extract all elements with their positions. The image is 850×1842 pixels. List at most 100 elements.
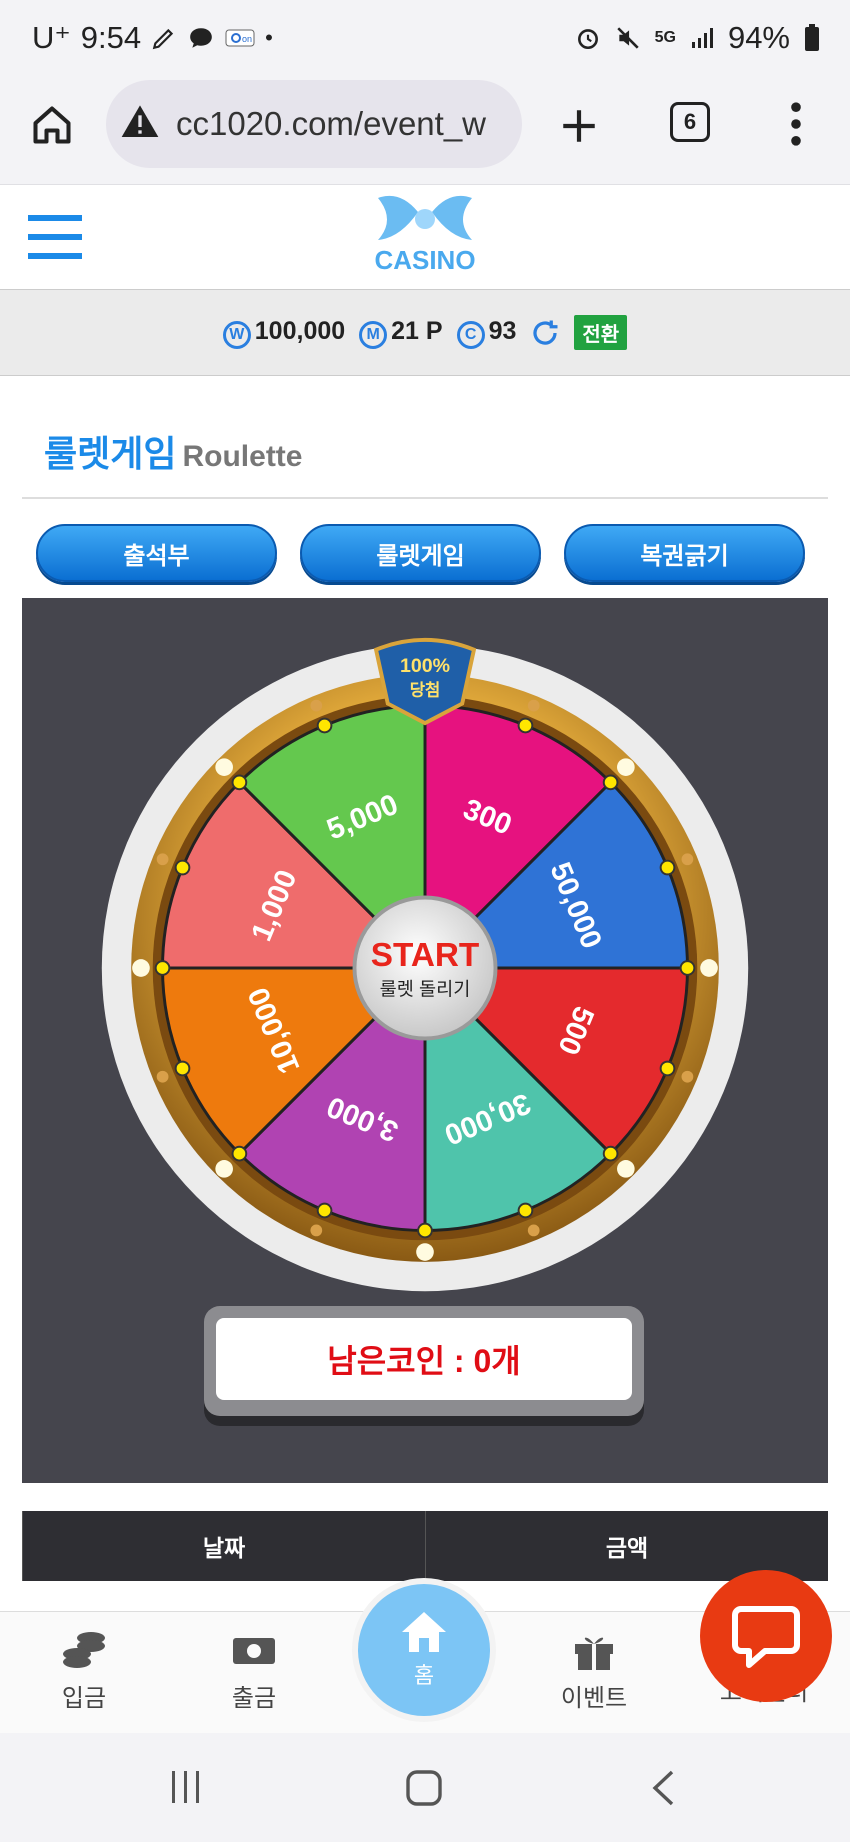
address-bar[interactable]: cc1020.com/event_w bbox=[106, 80, 522, 168]
more-menu-icon[interactable] bbox=[784, 100, 808, 148]
battery-icon bbox=[805, 24, 819, 51]
rim-light bbox=[132, 959, 150, 977]
roulette-panel: 300 50,000 500 30,000 3,000 10,000 1,000 5,000 … bbox=[22, 598, 828, 1483]
wheel-dot bbox=[517, 717, 534, 734]
page-title: 룰렛게임 Roulette bbox=[44, 425, 302, 477]
new-tab-icon[interactable] bbox=[558, 105, 600, 147]
status-bar: U⁺ 9:54 on • 5G 94% bbox=[0, 0, 850, 78]
logo-text: CASINO bbox=[374, 245, 476, 275]
battery-percent: 94% bbox=[727, 20, 790, 55]
win-badge-bottom: 당첨 bbox=[410, 680, 441, 700]
rim-light bbox=[681, 1070, 694, 1083]
nav-event-label: 이벤트 bbox=[560, 1685, 628, 1712]
point-value: 21 P bbox=[391, 316, 443, 345]
wheel-dot bbox=[602, 1145, 619, 1162]
tab-roulette[interactable]: 룰렛게임 bbox=[300, 524, 541, 582]
convert-button[interactable]: 전환 bbox=[574, 315, 628, 350]
wheel-dot bbox=[517, 1202, 534, 1219]
wheel-dot bbox=[417, 1222, 433, 1239]
recent-apps-icon[interactable] bbox=[168, 1769, 204, 1805]
history-table-header: 날짜 금액 bbox=[22, 1511, 828, 1581]
nav-withdraw[interactable]: 출금 bbox=[194, 1628, 314, 1713]
dot-icon: • bbox=[265, 25, 273, 50]
start-label: START bbox=[371, 937, 480, 974]
nav-deposit[interactable]: 입금 bbox=[24, 1628, 144, 1713]
page-title-en: Roulette bbox=[182, 440, 303, 473]
svg-text:on: on bbox=[242, 34, 252, 44]
site-header: CASINO bbox=[0, 186, 850, 290]
rim-light bbox=[617, 758, 635, 776]
home-icon[interactable] bbox=[30, 103, 74, 147]
hamburger-menu-icon[interactable] bbox=[28, 213, 82, 261]
wheel-dot bbox=[679, 960, 696, 976]
rim-light bbox=[527, 1224, 540, 1237]
wheel-dot bbox=[174, 1060, 191, 1077]
rim-light bbox=[416, 1243, 434, 1261]
coin-value: 93 bbox=[488, 316, 517, 345]
network-label: 5G bbox=[654, 29, 676, 46]
wheel-dot bbox=[231, 774, 248, 791]
rim-light bbox=[215, 758, 233, 776]
system-nav-bar bbox=[0, 1733, 850, 1842]
logo-mark-icon bbox=[378, 195, 472, 240]
rim-light bbox=[700, 959, 718, 977]
remaining-coins-box: 남은코인 : 0개 bbox=[204, 1306, 644, 1416]
tab-lottery[interactable]: 복권긁기 bbox=[564, 524, 805, 582]
nav-event[interactable]: 이벤트 bbox=[534, 1628, 654, 1713]
wheel-dot bbox=[659, 859, 676, 876]
wheel-dot bbox=[174, 859, 191, 876]
signal-icon bbox=[691, 28, 713, 48]
point-balance: M 21 P bbox=[359, 316, 443, 349]
won-value: 100,000 bbox=[254, 316, 346, 345]
rim-light bbox=[215, 1160, 233, 1178]
chat-bubble-icon bbox=[732, 1606, 800, 1668]
tab-switcher-button[interactable]: 6 bbox=[670, 102, 710, 142]
home-nav-icon[interactable] bbox=[405, 1769, 443, 1807]
nav-withdraw-label: 출금 bbox=[231, 1685, 277, 1712]
message-icon bbox=[190, 28, 212, 48]
won-balance: W 100,000 bbox=[222, 316, 346, 349]
roulette-wheel[interactable]: 30050,00050030,0003,00010,0001,0005,000 … bbox=[92, 628, 758, 1308]
alarm-icon bbox=[577, 29, 598, 50]
url-text: cc1020.com/event_w bbox=[176, 105, 487, 142]
back-icon[interactable] bbox=[650, 1769, 676, 1807]
wheel-dot bbox=[316, 1202, 333, 1219]
nav-deposit-label: 입금 bbox=[61, 1685, 107, 1712]
win-badge-top: 100% bbox=[400, 655, 450, 677]
coin-icon: C bbox=[456, 320, 485, 349]
mute-icon bbox=[616, 27, 639, 49]
carrier: U⁺ bbox=[32, 20, 71, 55]
wheel-dot bbox=[659, 1060, 676, 1077]
tab-attendance[interactable]: 출석부 bbox=[36, 524, 277, 582]
column-date: 날짜 bbox=[22, 1511, 425, 1581]
browser-toolbar: cc1020.com/event_w 6 bbox=[0, 78, 850, 185]
warning-icon bbox=[121, 105, 159, 137]
wheel-dot bbox=[231, 1145, 248, 1162]
cash-icon bbox=[233, 1638, 275, 1664]
rim-light bbox=[310, 699, 323, 712]
coins-icon bbox=[63, 1632, 105, 1668]
wheel-dot bbox=[316, 717, 333, 734]
wheel-dot bbox=[154, 960, 171, 976]
divider bbox=[22, 497, 828, 499]
rim-light bbox=[156, 1070, 169, 1083]
rim-light bbox=[527, 699, 540, 712]
link-icon: on bbox=[225, 29, 255, 47]
clock: 9:54 bbox=[80, 20, 142, 55]
chat-button[interactable] bbox=[700, 1570, 832, 1702]
wheel-dot bbox=[602, 774, 619, 791]
refresh-icon[interactable] bbox=[530, 318, 560, 348]
site-logo[interactable]: CASINO bbox=[362, 190, 488, 282]
coin-balance: C 93 bbox=[456, 316, 517, 349]
nav-home[interactable]: 홈 bbox=[358, 1584, 490, 1716]
rim-light bbox=[681, 853, 694, 866]
gift-icon bbox=[575, 1637, 613, 1670]
rim-light bbox=[310, 1224, 323, 1237]
start-sublabel: 룰렛 돌리기 bbox=[380, 978, 471, 999]
rim-light bbox=[156, 853, 169, 866]
point-icon: M bbox=[359, 320, 388, 349]
nav-home-label: 홈 bbox=[413, 1663, 435, 1688]
page-title-ko: 룰렛게임 bbox=[44, 433, 177, 474]
balance-bar: W 100,000 M 21 P C 93 전환 bbox=[0, 290, 850, 376]
house-icon bbox=[402, 1612, 446, 1652]
